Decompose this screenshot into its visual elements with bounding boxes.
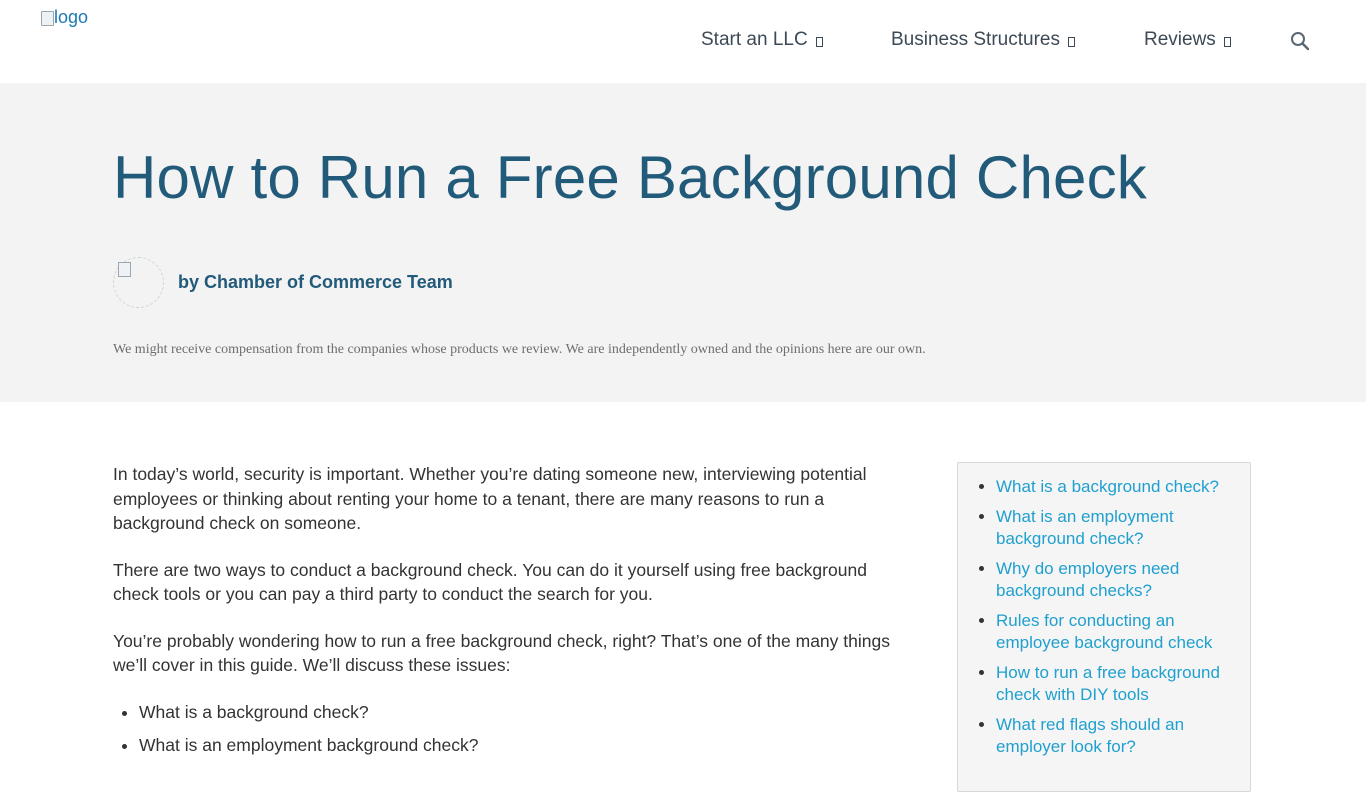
toc-item: What is an employment background check? (996, 506, 1232, 550)
search-icon (1291, 32, 1310, 51)
article-body: In today’s world, security is important.… (113, 462, 913, 766)
article-paragraph: You’re probably wondering how to run a f… (113, 630, 890, 676)
author-byline[interactable]: by Chamber of Commerce Team (178, 272, 453, 293)
toc-item: Why do employers need background checks? (996, 558, 1232, 602)
main-nav: Start an LLC Business Structures Reviews (0, 29, 1366, 53)
toc-item: What red flags should an employer look f… (996, 714, 1232, 758)
author-avatar (113, 257, 164, 308)
toc-list: What is a background check? What is an e… (958, 463, 1250, 758)
article-topic-list: What is a background check? What is an e… (113, 700, 913, 758)
nav-item-label: Reviews (1144, 29, 1216, 50)
nav-item-reviews[interactable]: Reviews (1144, 29, 1231, 51)
toc-item: How to run a free background check with … (996, 662, 1232, 706)
toc-item: Rules for conducting an employee backgro… (996, 610, 1232, 654)
page-title: How to Run a Free Background Check (113, 144, 1147, 211)
toc-link[interactable]: What is an employment background check? (996, 507, 1174, 548)
logo-alt-text: logo (54, 7, 89, 27)
nav-item-label: Business Structures (891, 29, 1060, 50)
table-of-contents: What is a background check? What is an e… (957, 462, 1251, 792)
article-paragraph: In today’s world, security is important.… (113, 464, 867, 533)
nav-item-start-an-llc[interactable]: Start an LLC (701, 29, 823, 51)
dropdown-caret-icon (1223, 37, 1231, 47)
article-paragraph: There are two ways to conduct a backgrou… (113, 559, 867, 605)
nav-item-label: Start an LLC (701, 29, 808, 50)
toc-link[interactable]: Rules for conducting an employee backgro… (996, 611, 1212, 652)
search-button[interactable] (1289, 30, 1311, 52)
nav-item-business-structures[interactable]: Business Structures (891, 29, 1075, 51)
site-header: logo Start an LLC Business Structures Re… (0, 0, 1366, 83)
list-item: What is an employment background check? (139, 733, 913, 758)
broken-image-icon (40, 10, 54, 26)
affiliate-disclosure: We might receive compensation from the c… (113, 342, 926, 357)
toc-link[interactable]: What red flags should an employer look f… (996, 715, 1184, 756)
toc-link[interactable]: Why do employers need background checks? (996, 559, 1179, 600)
dropdown-caret-icon (815, 37, 823, 47)
site-logo[interactable]: logo (40, 7, 88, 28)
list-item: What is a background check? (139, 700, 913, 725)
toc-link[interactable]: How to run a free background check with … (996, 663, 1220, 704)
toc-link[interactable]: What is a background check? (996, 477, 1219, 496)
toc-item: What is a background check? (996, 476, 1232, 498)
dropdown-caret-icon (1067, 37, 1075, 47)
article-hero: How to Run a Free Background Check by Ch… (0, 83, 1366, 402)
